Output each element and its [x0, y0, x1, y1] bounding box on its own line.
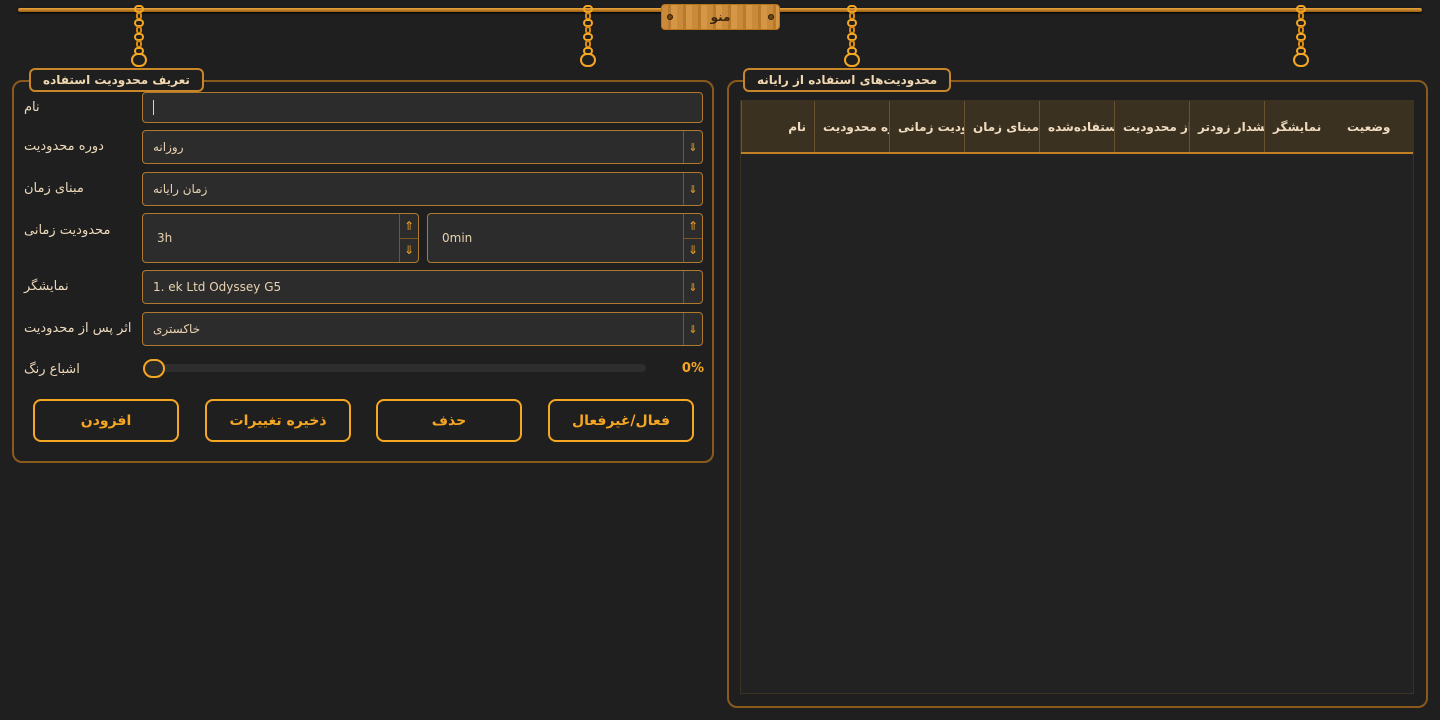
- up-arrow-icon[interactable]: ⇑: [400, 214, 418, 239]
- saturation-percent: 0%: [681, 361, 704, 376]
- rules-group-title: محدودیت‌های استفاده از رایانه: [743, 68, 952, 92]
- display-label: نمایشگر: [24, 279, 69, 294]
- text-cursor: [153, 100, 154, 115]
- hours-spinbox[interactable]: 3h ⇑ ⇓: [142, 213, 419, 263]
- basis-label: مبنای زمان: [24, 181, 84, 196]
- menu-button[interactable]: منو: [661, 4, 780, 30]
- display-select[interactable]: 1. ek Ltd Odyssey G5 ⇓: [142, 270, 703, 304]
- column-header-limit-period[interactable]: ره محدودیت: [814, 101, 889, 152]
- minutes-spin-buttons: ⇑ ⇓: [683, 214, 702, 262]
- basis-select-value: زمان رایانه: [153, 182, 208, 196]
- name-label: نام: [24, 100, 40, 115]
- column-header-status[interactable]: وضعیت: [1339, 101, 1413, 152]
- delete-button[interactable]: حذف: [376, 399, 522, 442]
- saturation-slider[interactable]: [144, 364, 646, 372]
- column-header-time-limit[interactable]: ودیت زمانی: [889, 101, 964, 152]
- minutes-value: 0min: [442, 231, 473, 245]
- period-select[interactable]: روزانه ⇓: [142, 130, 703, 164]
- column-header-time-basis[interactable]: مبنای زمان: [964, 101, 1039, 152]
- period-select-value: روزانه: [153, 140, 184, 154]
- column-header-name[interactable]: نام: [741, 101, 814, 152]
- column-header-of-limit[interactable]: از محدودیت: [1114, 101, 1189, 152]
- up-arrow-icon[interactable]: ⇑: [684, 214, 702, 239]
- down-arrow-icon[interactable]: ⇓: [683, 131, 702, 163]
- minutes-spinbox[interactable]: 0min ⇑ ⇓: [427, 213, 703, 263]
- define-group-title: تعریف محدودیت استفاده: [29, 68, 204, 92]
- menu-label: منو: [710, 10, 731, 24]
- down-arrow-icon[interactable]: ⇓: [684, 239, 702, 263]
- save-button[interactable]: ذخیره تغییرات: [205, 399, 351, 442]
- rules-table[interactable]: وضعیت نمایشگر هشدار زودتر از محدودیت است…: [740, 100, 1414, 694]
- basis-select[interactable]: زمان رایانه ⇓: [142, 172, 703, 206]
- column-header-display[interactable]: نمایشگر: [1264, 101, 1339, 152]
- chain-decoration: [580, 5, 596, 80]
- app-window: منو محدودیت‌های استفاده از رایانه وضعیت …: [0, 0, 1440, 720]
- hours-spin-buttons: ⇑ ⇓: [399, 214, 418, 262]
- saturation-label: اشباع رنگ: [24, 362, 80, 377]
- rivet-icon: [768, 14, 774, 20]
- add-button[interactable]: افزودن: [33, 399, 179, 442]
- saturation-slider-handle[interactable]: [143, 359, 165, 378]
- toggle-button[interactable]: فعال/غیرفعال: [548, 399, 694, 442]
- name-input[interactable]: [142, 92, 703, 123]
- display-select-value: 1. ek Ltd Odyssey G5: [153, 280, 282, 294]
- effect-select[interactable]: خاکستری ⇓: [142, 312, 703, 346]
- time-limit-label: محدودیت زمانی: [24, 223, 111, 238]
- down-arrow-icon[interactable]: ⇓: [683, 271, 702, 303]
- down-arrow-icon[interactable]: ⇓: [683, 173, 702, 205]
- period-label: دوره محدودیت: [24, 139, 104, 154]
- rivet-icon: [667, 14, 673, 20]
- down-arrow-icon[interactable]: ⇓: [683, 313, 702, 345]
- chain-decoration: [1293, 5, 1309, 80]
- column-header-used[interactable]: استفاده‌شده: [1039, 101, 1114, 152]
- effect-label: اثر پس از محدودیت: [24, 321, 132, 336]
- effect-select-value: خاکستری: [153, 322, 201, 336]
- down-arrow-icon[interactable]: ⇓: [400, 239, 418, 263]
- rules-table-header: وضعیت نمایشگر هشدار زودتر از محدودیت است…: [741, 101, 1413, 154]
- hours-value: 3h: [157, 231, 173, 245]
- column-header-early-warning[interactable]: هشدار زودتر: [1189, 101, 1264, 152]
